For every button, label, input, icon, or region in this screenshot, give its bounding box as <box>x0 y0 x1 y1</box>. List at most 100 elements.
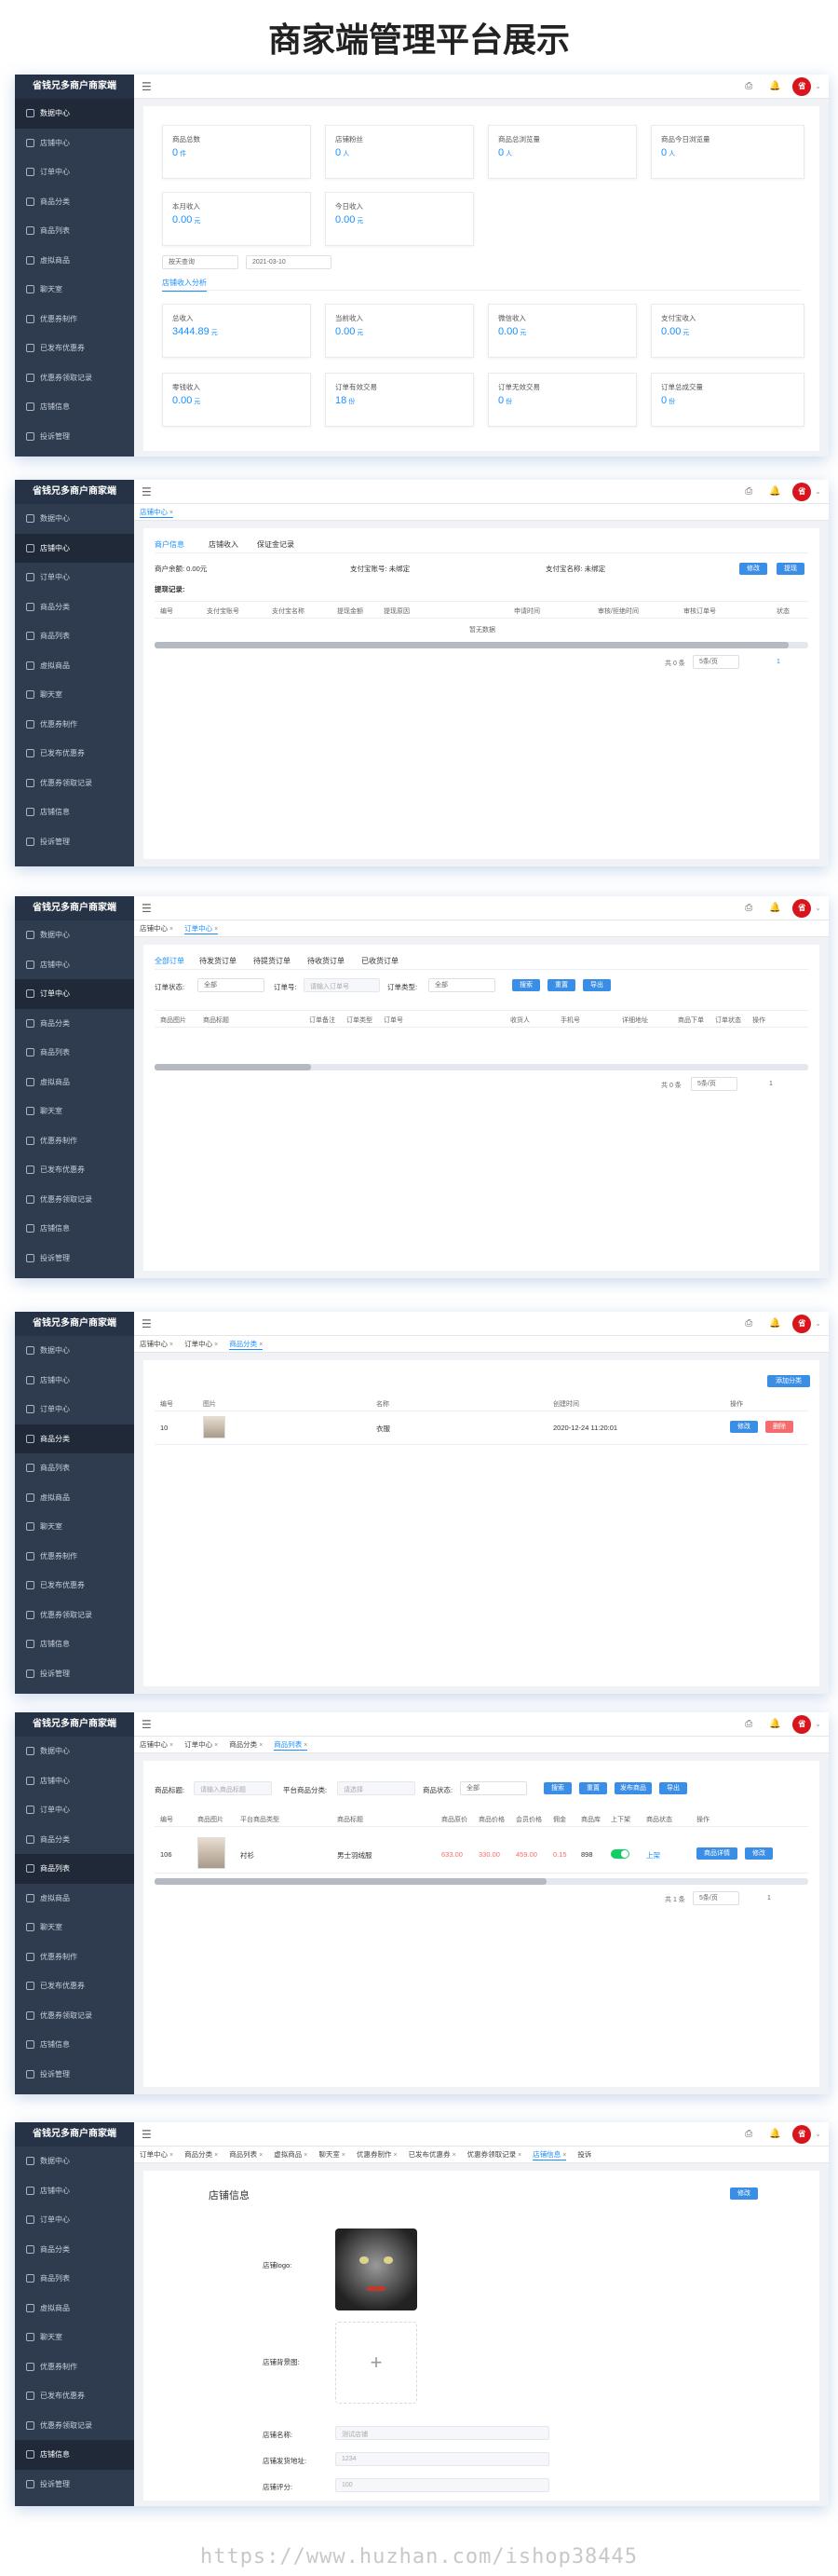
sidebar-item-coupon-records[interactable]: 优惠券领取记录 <box>15 1185 134 1215</box>
sidebar-item-store-center[interactable]: 店铺中心 <box>15 2176 134 2206</box>
tab-product-category[interactable]: 商品分类 × <box>184 2149 218 2160</box>
edit-button[interactable]: 修改 <box>730 2188 758 2200</box>
sidebar-item-chat-room[interactable]: 聊天室 <box>15 680 134 710</box>
sidebar-item-data-center[interactable]: 数据中心 <box>15 1737 134 1766</box>
horizontal-scrollbar[interactable] <box>155 642 808 648</box>
menu-toggle-icon[interactable]: ☰ <box>142 485 152 498</box>
sidebar-item-complaints[interactable]: 投诉管理 <box>15 2470 134 2500</box>
sidebar-item-chat-room[interactable]: 聊天室 <box>15 1512 134 1542</box>
printer-icon[interactable]: ⎙ <box>740 486 757 497</box>
query-mode-select[interactable]: 按天查询 <box>162 255 238 269</box>
sidebar-item-coupon-records[interactable]: 优惠券领取记录 <box>15 769 134 798</box>
tab-complaints[interactable]: 投诉 <box>577 2149 591 2160</box>
sidebar-item-product-list[interactable]: 商品列表 <box>15 1854 134 1884</box>
tab-to-pickup[interactable]: 待提货订单 <box>253 956 291 966</box>
horizontal-scrollbar[interactable] <box>155 1878 808 1885</box>
tab-product-category[interactable]: 商品分类 × <box>229 1739 263 1750</box>
sidebar-item-product-list[interactable]: 商品列表 <box>15 1038 134 1068</box>
tab-merchant-info[interactable]: 商户信息 <box>155 539 184 553</box>
sidebar-item-product-list[interactable]: 商品列表 <box>15 216 134 246</box>
sidebar-item-chat-room[interactable]: 聊天室 <box>15 1097 134 1126</box>
date-picker[interactable]: 2021-03-10 <box>246 255 331 269</box>
sidebar-item-store-center[interactable]: 店铺中心 <box>15 533 134 563</box>
sidebar-item-virtual-product[interactable]: 虚拟商品 <box>15 1884 134 1914</box>
page-size-select[interactable]: 5条/页 <box>693 655 739 669</box>
sidebar-item-data-center[interactable]: 数据中心 <box>15 504 134 534</box>
export-button[interactable]: 导出 <box>583 979 611 991</box>
bell-icon[interactable]: 🔔 <box>766 486 783 497</box>
sidebar-item-coupon-records[interactable]: 优惠券领取记录 <box>15 363 134 393</box>
sidebar-item-order-center[interactable]: 订单中心 <box>15 979 134 1009</box>
tab-received[interactable]: 已收货订单 <box>361 956 399 966</box>
product-status-select[interactable]: 全部 <box>460 1781 527 1795</box>
menu-toggle-icon[interactable]: ☰ <box>142 80 152 93</box>
sidebar-item-complaints[interactable]: 投诉管理 <box>15 422 134 452</box>
page-number[interactable]: 1 <box>767 1895 771 1901</box>
export-button[interactable]: 导出 <box>659 1782 687 1794</box>
avatar[interactable]: 省 <box>792 1714 812 1734</box>
avatar[interactable]: 省 <box>792 482 812 501</box>
sidebar-item-product-list[interactable]: 商品列表 <box>15 1453 134 1483</box>
order-type-select[interactable]: 全部 <box>428 978 495 992</box>
printer-icon[interactable]: ⎙ <box>740 903 757 913</box>
tab-order-center[interactable]: 订单中心 × <box>140 2149 173 2160</box>
sidebar-item-data-center[interactable]: 数据中心 <box>15 920 134 950</box>
horizontal-scrollbar[interactable] <box>155 1064 808 1070</box>
sidebar-item-store-info[interactable]: 店铺信息 <box>15 797 134 827</box>
page-size-select[interactable]: 5条/页 <box>691 1077 737 1091</box>
sidebar-item-data-center[interactable]: 数据中心 <box>15 1336 134 1366</box>
sidebar-item-order-center[interactable]: 订单中心 <box>15 1795 134 1825</box>
chevron-down-icon[interactable]: ⌄ <box>815 904 821 912</box>
sidebar-item-store-info[interactable]: 店铺信息 <box>15 392 134 422</box>
tab-store-center[interactable]: 店铺中心 × <box>140 507 174 518</box>
sidebar-item-order-center[interactable]: 订单中心 <box>15 563 134 593</box>
delete-button[interactable]: 删除 <box>765 1421 793 1433</box>
product-title-input[interactable]: 请输入商品标题 <box>194 1781 272 1795</box>
tab-order-center[interactable]: 订单中心 × <box>184 1339 218 1349</box>
sidebar-item-product-category[interactable]: 商品分类 <box>15 1009 134 1039</box>
avatar[interactable]: 省 <box>792 1314 812 1333</box>
withdraw-button[interactable]: 提现 <box>777 563 804 575</box>
menu-toggle-icon[interactable]: ☰ <box>142 902 152 915</box>
sidebar-item-complaints[interactable]: 投诉管理 <box>15 1659 134 1689</box>
sidebar-item-virtual-product[interactable]: 虚拟商品 <box>15 651 134 681</box>
sidebar-item-product-list[interactable]: 商品列表 <box>15 2264 134 2294</box>
upload-background-button[interactable]: + <box>335 2322 417 2404</box>
product-detail-button[interactable]: 商品详情 <box>696 1847 737 1860</box>
tab-order-center[interactable]: 订单中心 × <box>184 923 219 934</box>
bell-icon[interactable]: 🔔 <box>766 1719 783 1729</box>
sidebar-item-coupon-published[interactable]: 已发布优惠券 <box>15 1571 134 1601</box>
sidebar-item-coupon-make[interactable]: 优惠券制作 <box>15 1126 134 1156</box>
search-button[interactable]: 搜索 <box>544 1782 572 1794</box>
menu-toggle-icon[interactable]: ☰ <box>142 2128 152 2141</box>
sidebar-item-store-center[interactable]: 店铺中心 <box>15 129 134 158</box>
sidebar-item-chat-room[interactable]: 聊天室 <box>15 2323 134 2352</box>
page-size-select[interactable]: 5条/页 <box>693 1891 739 1905</box>
tab-product-category[interactable]: 商品分类 × <box>229 1339 264 1350</box>
tab-store-info[interactable]: 店铺信息 × <box>533 2149 567 2160</box>
on-shelf-toggle[interactable] <box>611 1849 629 1859</box>
tab-chat[interactable]: 聊天室 × <box>318 2149 345 2160</box>
edit-button[interactable]: 修改 <box>730 1421 758 1433</box>
edit-button[interactable]: 修改 <box>739 563 767 575</box>
bell-icon[interactable]: 🔔 <box>766 903 783 913</box>
sidebar-item-complaints[interactable]: 投诉管理 <box>15 1244 134 1274</box>
chevron-down-icon[interactable]: ⌄ <box>815 82 821 90</box>
sidebar-item-coupon-make[interactable]: 优惠券制作 <box>15 1542 134 1572</box>
tab-store-income[interactable]: 店铺收入 <box>209 539 238 550</box>
sidebar-item-coupon-published[interactable]: 已发布优惠券 <box>15 739 134 769</box>
sidebar-item-order-center[interactable]: 订单中心 <box>15 2205 134 2235</box>
reset-button[interactable]: 重置 <box>579 1782 607 1794</box>
tab-to-receive[interactable]: 待收货订单 <box>307 956 345 966</box>
sidebar-item-complaints[interactable]: 投诉管理 <box>15 827 134 857</box>
sidebar-item-store-info[interactable]: 店铺信息 <box>15 2440 134 2470</box>
avatar[interactable]: 省 <box>792 2124 812 2144</box>
sidebar-item-coupon-make[interactable]: 优惠券制作 <box>15 305 134 334</box>
publish-product-button[interactable]: 发布商品 <box>615 1782 652 1794</box>
bell-icon[interactable]: 🔔 <box>766 81 783 91</box>
chevron-down-icon[interactable]: ⌄ <box>815 1319 821 1328</box>
tab-store-center[interactable]: 店铺中心 × <box>140 1739 173 1750</box>
order-status-select[interactable]: 全部 <box>197 978 264 992</box>
sidebar-item-store-info[interactable]: 店铺信息 <box>15 1214 134 1244</box>
sidebar-item-product-category[interactable]: 商品分类 <box>15 187 134 217</box>
